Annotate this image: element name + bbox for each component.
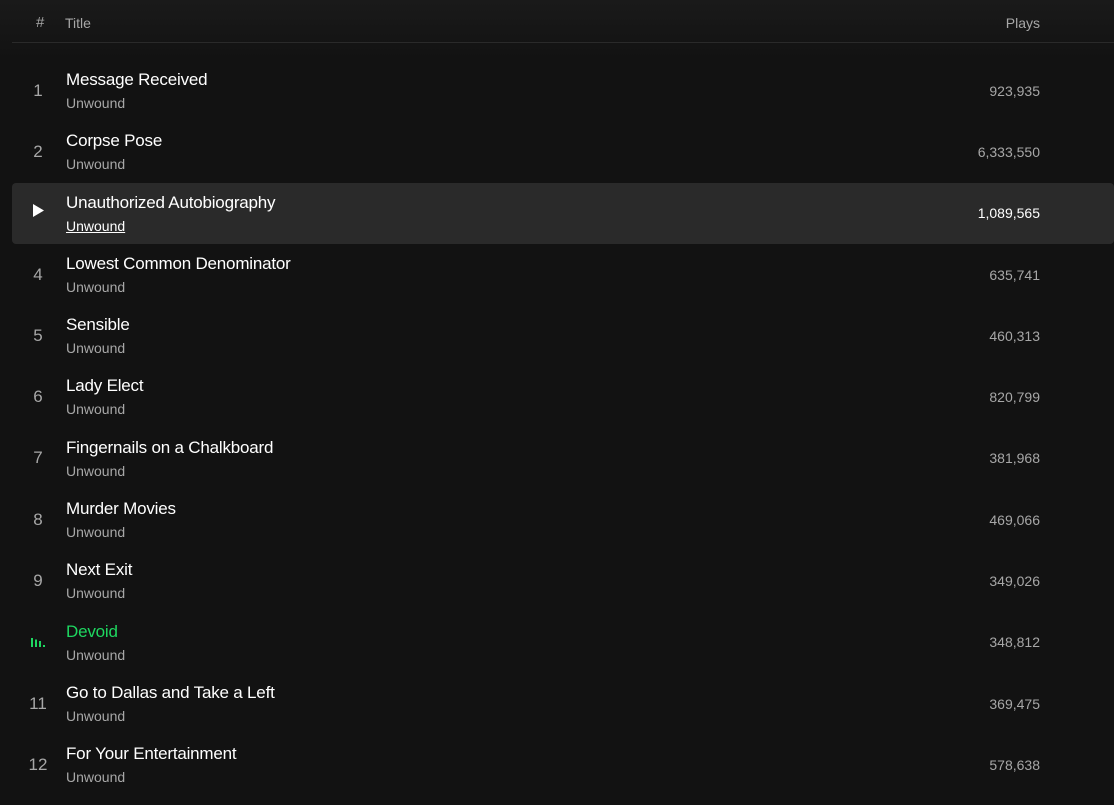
track-plays: 1,089,565: [977, 205, 1040, 222]
track-title[interactable]: Lowest Common Denominator: [66, 254, 291, 274]
track-plays: 369,475: [989, 695, 1040, 712]
tracklist-header: # Title Plays: [12, 0, 1114, 43]
track-artist[interactable]: Unwound: [66, 218, 125, 234]
track-row[interactable]: 12 For Your Entertainment Unwound 578,63…: [12, 734, 1114, 795]
track-row[interactable]: 2 Corpse Pose Unwound 6,333,550: [12, 121, 1114, 182]
track-number: 12: [28, 754, 48, 774]
track-plays: 820,799: [989, 389, 1040, 406]
track-number: 1: [33, 80, 43, 100]
track-title[interactable]: Corpse Pose: [66, 131, 162, 151]
track-number: 8: [33, 509, 43, 529]
track-artist[interactable]: Unwound: [66, 156, 125, 172]
track-number: 9: [33, 571, 43, 591]
track-row[interactable]: 5 Sensible Unwound 460,313: [12, 305, 1114, 366]
track-title[interactable]: Lady Elect: [66, 376, 144, 396]
track-artist[interactable]: Unwound: [66, 769, 125, 785]
play-icon[interactable]: [31, 203, 45, 219]
track-artist[interactable]: Unwound: [66, 708, 125, 724]
track-plays: 578,638: [989, 756, 1040, 773]
track-row[interactable]: 1 Message Received Unwound 923,935: [12, 60, 1114, 121]
track-title[interactable]: Unauthorized Autobiography: [66, 193, 276, 213]
track-title[interactable]: Go to Dallas and Take a Left: [66, 683, 275, 703]
track-plays: 460,313: [989, 327, 1040, 344]
track-plays: 635,741: [989, 266, 1040, 283]
track-number: 5: [33, 325, 43, 345]
header-title[interactable]: Title: [65, 15, 91, 31]
header-number: #: [36, 14, 45, 31]
track-number: 10: [12, 632, 64, 652]
track-title[interactable]: Devoid: [66, 622, 118, 642]
track-artist[interactable]: Unwound: [66, 401, 125, 417]
track-row[interactable]: 8 Murder Movies Unwound 469,066: [12, 489, 1114, 550]
track-row[interactable]: 9 Next Exit Unwound 349,026: [12, 550, 1114, 611]
track-row[interactable]: 10 Devoid Unwound 348,812: [12, 612, 1114, 673]
track-row[interactable]: 3 Unauthorized Autobiography Unwound 1,0…: [12, 182, 1114, 244]
track-artist[interactable]: Unwound: [66, 585, 125, 601]
track-rows: 1 Message Received Unwound 923,935 2 Cor…: [12, 60, 1114, 796]
track-number: 2: [33, 141, 43, 161]
track-artist[interactable]: Unwound: [66, 279, 125, 295]
track-number: 7: [33, 448, 43, 468]
track-title[interactable]: Murder Movies: [66, 499, 176, 519]
track-title[interactable]: Next Exit: [66, 560, 132, 580]
track-artist[interactable]: Unwound: [66, 524, 125, 540]
track-number: 4: [33, 264, 43, 284]
tracklist: # Title Plays 1 Message Received Unwound…: [0, 0, 1114, 805]
track-artist[interactable]: Unwound: [66, 95, 125, 111]
track-number: 3: [12, 203, 64, 224]
track-plays: 349,026: [989, 573, 1040, 590]
track-plays: 6,333,550: [977, 143, 1040, 160]
track-number: 6: [33, 387, 43, 407]
track-row[interactable]: 7 Fingernails on a Chalkboard Unwound 38…: [12, 428, 1114, 489]
track-plays: 469,066: [989, 511, 1040, 528]
track-row[interactable]: 4 Lowest Common Denominator Unwound 635,…: [12, 244, 1114, 305]
track-row[interactable]: 6 Lady Elect Unwound 820,799: [12, 366, 1114, 427]
track-plays: 923,935: [989, 82, 1040, 99]
track-plays: 381,968: [989, 450, 1040, 467]
equalizer-icon: [31, 637, 45, 648]
track-plays: 348,812: [989, 634, 1040, 651]
track-title[interactable]: Message Received: [66, 70, 208, 90]
track-title[interactable]: For Your Entertainment: [66, 744, 237, 764]
header-plays[interactable]: Plays: [1006, 15, 1040, 31]
track-title[interactable]: Sensible: [66, 315, 130, 335]
track-artist[interactable]: Unwound: [66, 340, 125, 356]
track-title[interactable]: Fingernails on a Chalkboard: [66, 438, 273, 458]
track-artist[interactable]: Unwound: [66, 463, 125, 479]
track-artist[interactable]: Unwound: [66, 647, 125, 663]
track-row[interactable]: 11 Go to Dallas and Take a Left Unwound …: [12, 673, 1114, 734]
track-number: 11: [29, 693, 47, 713]
